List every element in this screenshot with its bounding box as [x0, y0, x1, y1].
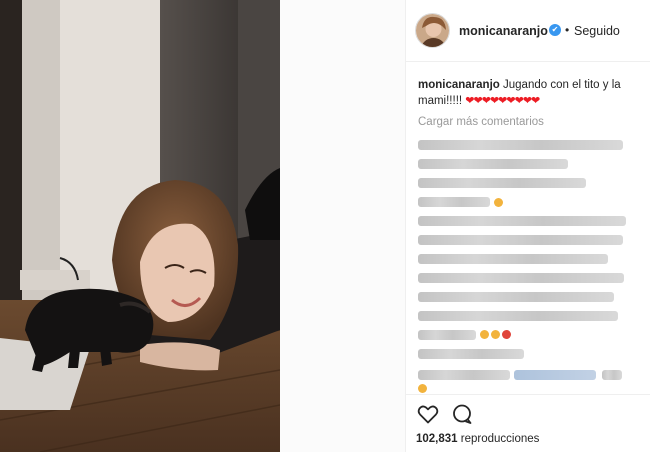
post-actions: 102,831 reproducciones: [406, 394, 650, 452]
post-panel: monicanaranjo ✔ • Seguido monicanaranjo …: [406, 0, 650, 452]
blurred-comment-line: [418, 197, 490, 207]
blurred-comment-line: [418, 370, 510, 380]
blurred-comment-line: [418, 178, 586, 188]
view-count[interactable]: 102,831 reproducciones: [416, 433, 539, 445]
caption-username[interactable]: monicanaranjo: [418, 79, 500, 91]
blurred-comment-line: [418, 159, 568, 169]
blurred-comment-line: [418, 216, 626, 226]
media-letterbox: [280, 0, 405, 452]
caption-hearts: ❤❤❤❤❤❤❤❤❤: [465, 95, 540, 107]
blurred-comment-line: [418, 311, 618, 321]
blurred-emoji: [494, 198, 503, 207]
blurred-emoji: [491, 330, 500, 339]
verified-badge-icon: ✔: [549, 24, 561, 36]
blurred-comment-line: [602, 370, 622, 380]
blurred-emoji: [418, 384, 427, 393]
blurred-mention: [514, 370, 596, 380]
post-caption: monicanaranjo Jugando con el tito y la m…: [418, 77, 644, 109]
blurred-comment-line: [418, 330, 476, 340]
video-frame: [0, 0, 280, 452]
blurred-comment-line: [418, 292, 614, 302]
comment-bubble-icon[interactable]: [450, 402, 474, 426]
follow-status-button[interactable]: Seguido: [574, 24, 620, 38]
comment-bubble-svg: [453, 404, 472, 424]
avatar[interactable]: [415, 13, 450, 48]
header-separator: •: [565, 23, 570, 37]
view-count-number: 102,831: [416, 433, 458, 445]
blurred-comment-line: [418, 273, 624, 283]
blurred-emoji: [480, 330, 489, 339]
blurred-comment-line: [418, 254, 608, 264]
post-video[interactable]: [0, 0, 280, 452]
post-header: monicanaranjo ✔ • Seguido: [406, 0, 650, 62]
blurred-comment-line: [418, 235, 623, 245]
blurred-emoji: [502, 330, 511, 339]
blurred-comment-line: [418, 140, 623, 150]
blurred-comment-line: [418, 349, 524, 359]
avatar-image: [416, 14, 449, 47]
load-more-comments-link[interactable]: Cargar más comentarios: [418, 116, 544, 128]
comments-section: monicanaranjo Jugando con el tito y la m…: [406, 63, 650, 393]
heart-outline-icon[interactable]: [416, 402, 440, 426]
heart-outline-svg: [417, 405, 439, 424]
view-count-label: reproducciones: [457, 433, 540, 445]
post-username[interactable]: monicanaranjo: [459, 24, 548, 38]
